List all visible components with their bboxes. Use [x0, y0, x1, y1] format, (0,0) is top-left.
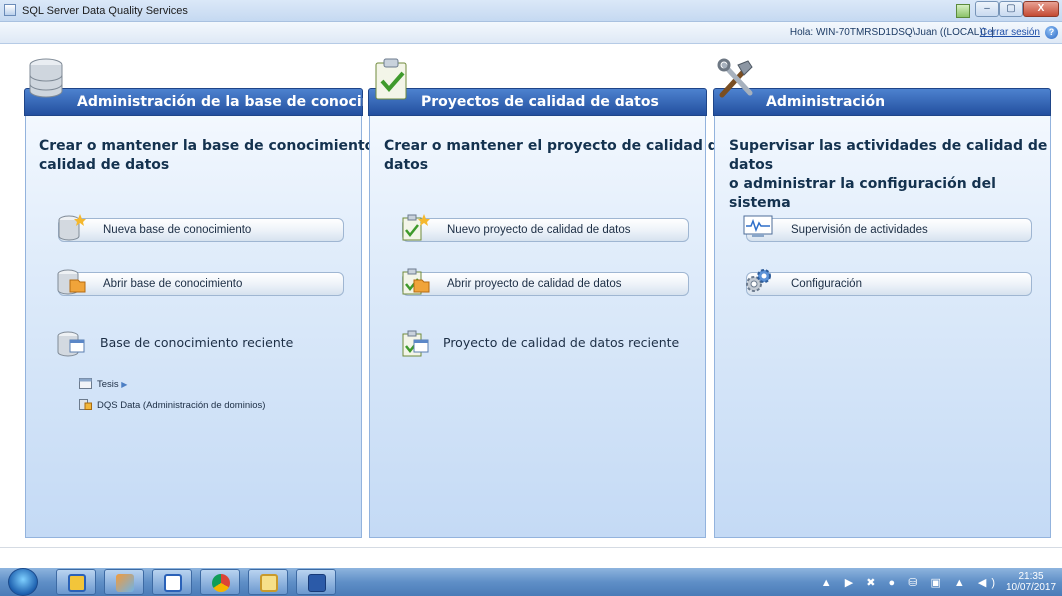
open-project-button[interactable]: Abrir proyecto de calidad de datos [402, 272, 689, 296]
app-icon [4, 4, 16, 16]
taskbar-app-button[interactable] [104, 569, 144, 595]
logout-link[interactable]: Cerrar sesión [980, 27, 1040, 38]
open-knowledge-base-button[interactable]: Abrir base de conocimiento [58, 272, 344, 296]
footer-divider [0, 547, 1062, 548]
kb-item-icon [79, 378, 92, 389]
taskbar-app-button[interactable] [152, 569, 192, 595]
session-bar: Hola: WIN-70TMRSD1DSQ\Juan ((LOCAL)) | C… [0, 22, 1062, 44]
window-title-bar: SQL Server Data Quality Services – ▢ X [0, 0, 1062, 22]
taskbar-clock[interactable]: 21:35 10/07/2017 [1006, 571, 1056, 593]
clipboard-check-icon [375, 58, 407, 100]
project-description-line1: Crear o mantener el proyecto de calidad … [384, 138, 728, 154]
taskbar-app-button[interactable] [56, 569, 96, 595]
new-knowledge-base-button[interactable]: Nueva base de conocimiento [58, 218, 344, 242]
project-panel-title: Proyectos de calidad de datos [421, 94, 659, 110]
minimize-button[interactable]: – [975, 1, 999, 17]
chrome-icon [212, 574, 230, 592]
new-project-label: Nuevo proyecto de calidad de datos [447, 224, 631, 236]
app-icon [116, 574, 134, 592]
dqs-app-icon [164, 574, 182, 592]
recent-project-link[interactable]: Proyecto de calidad de datos reciente [443, 335, 679, 350]
clock-time: 21:35 [1018, 571, 1044, 582]
activity-monitoring-label: Supervisión de actividades [791, 224, 928, 236]
configuration-button[interactable]: Configuración [746, 272, 1032, 296]
recent-kb-item[interactable]: DQS Data (Administración de dominios) [79, 399, 266, 411]
windows-taskbar: ▲ ▶ ✖ ● ⛁ ▣ ▲ ◀) 21:35 10/07/2017 [0, 568, 1062, 596]
system-tray-icons[interactable]: ▲ ▶ ✖ ● ⛁ ▣ ▲ ◀) [821, 576, 1000, 589]
recent-database-icon [57, 331, 85, 357]
open-knowledge-base-label: Abrir base de conocimiento [103, 278, 243, 290]
new-project-icon [402, 214, 430, 241]
admin-description-line2: o administrar la configuración del siste… [729, 176, 996, 211]
taskbar-app-button[interactable] [296, 569, 336, 595]
recent-knowledge-base-link[interactable]: Base de conocimiento reciente [100, 335, 293, 350]
kb-description: Crear o mantener la base de conocimiento… [39, 137, 399, 175]
admin-description: Supervisar las actividades de calidad de… [729, 137, 1062, 213]
project-description: Crear o mantener el proyecto de calidad … [384, 137, 727, 175]
tools-icon [717, 58, 753, 98]
activity-monitoring-button[interactable]: Supervisión de actividades [746, 218, 1032, 242]
taskbar-app-button[interactable] [248, 569, 288, 595]
taskbar-app-button[interactable] [200, 569, 240, 595]
green-window-icon[interactable] [956, 4, 970, 18]
admin-panel-title: Administración [766, 94, 886, 110]
configuration-label: Configuración [791, 278, 862, 290]
expand-arrow-icon[interactable]: ▶ [121, 380, 127, 389]
kb-description-line2: calidad de datos [39, 157, 170, 173]
kb-description-line1: Crear o mantener la base de conocimiento… [39, 138, 399, 154]
new-knowledge-base-label: Nueva base de conocimiento [103, 224, 252, 236]
recent-kb-item-label: Tesis [97, 379, 119, 390]
monitor-activity-icon [743, 215, 773, 237]
new-project-button[interactable]: Nuevo proyecto de calidad de datos [402, 218, 689, 242]
gears-icon [746, 269, 771, 292]
database-icon [29, 58, 63, 98]
recent-kb-item[interactable]: Tesis ▶ [79, 378, 127, 390]
maximize-button[interactable]: ▢ [999, 1, 1023, 17]
start-button[interactable] [8, 568, 38, 596]
open-project-icon [402, 268, 430, 295]
user-greeting: Hola: WIN-70TMRSD1DSQ\Juan ((LOCAL)) [789, 27, 986, 38]
admin-panel-header: Administración [713, 88, 1051, 116]
help-icon[interactable]: ? [1045, 26, 1058, 39]
clock-date: 10/07/2017 [1006, 582, 1057, 593]
close-button[interactable]: X [1023, 1, 1059, 17]
locked-kb-icon [79, 399, 92, 410]
project-panel-header: Proyectos de calidad de datos [368, 88, 707, 116]
open-project-label: Abrir proyecto de calidad de datos [447, 278, 622, 290]
kb-panel-header: Administración de la base de conocimient… [24, 88, 417, 116]
word-icon [308, 574, 326, 592]
admin-description-line1: Supervisar las actividades de calidad de… [729, 138, 1048, 173]
recent-kb-item-label: DQS Data (Administración de dominios) [97, 400, 266, 411]
explorer-icon [68, 574, 86, 592]
project-description-line2: datos [384, 157, 429, 173]
new-database-icon [58, 214, 86, 241]
folder-icon [260, 574, 278, 592]
recent-project-icon [402, 330, 429, 357]
kb-panel-title: Administración de la base de conocimient… [77, 94, 417, 110]
window-title: SQL Server Data Quality Services [22, 5, 188, 17]
open-database-icon [57, 269, 86, 295]
